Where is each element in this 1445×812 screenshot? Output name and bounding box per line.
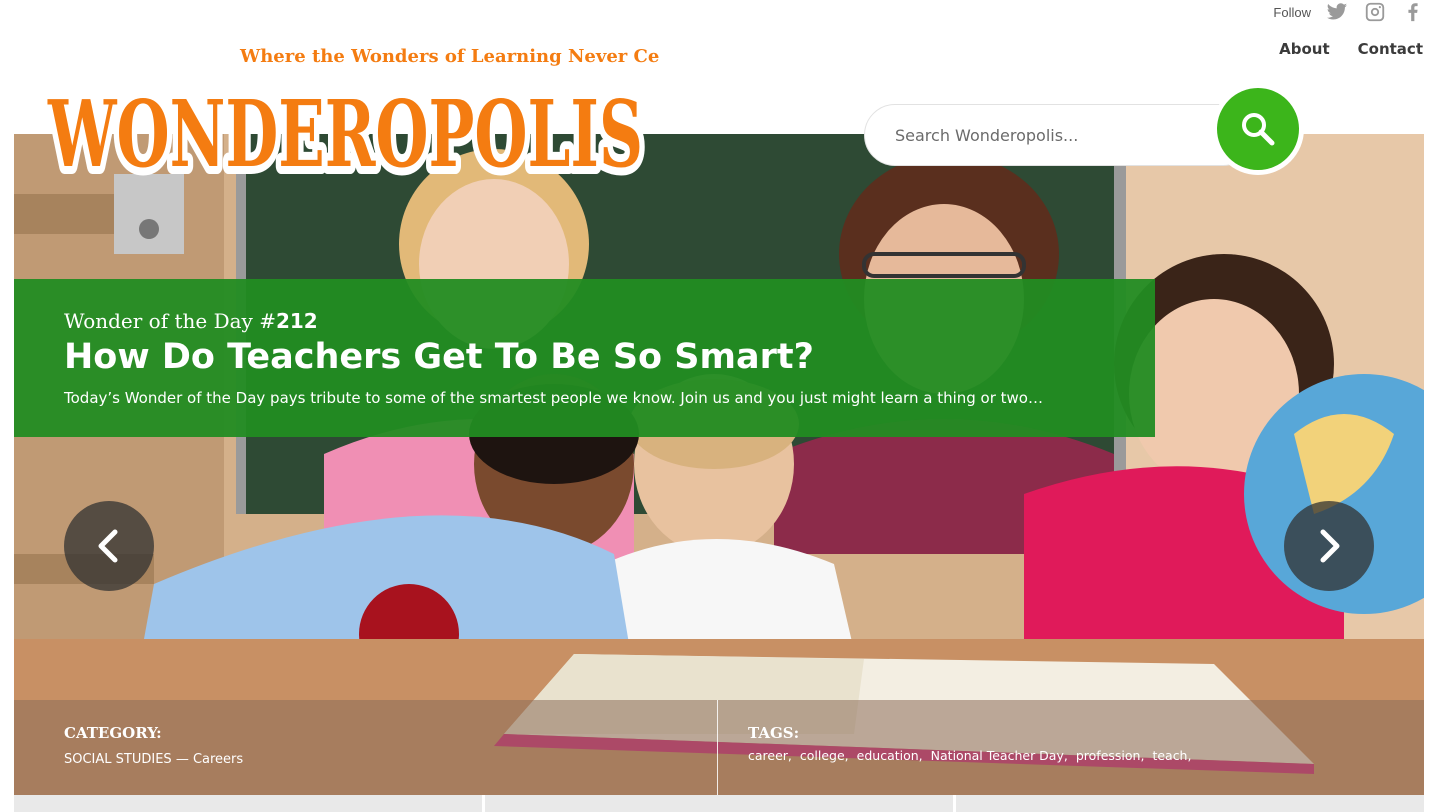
meta-divider <box>717 700 718 795</box>
tags-label: TAGS: <box>748 724 800 742</box>
wonder-meta: CATEGORY: SOCIAL STUDIES — Careers TAGS:… <box>14 700 1424 795</box>
chevron-right-icon <box>1320 529 1340 563</box>
tag-link[interactable]: National Teacher Day, <box>931 748 1068 763</box>
wonder-description: Today’s Wonder of the Day pays tribute t… <box>64 389 1043 407</box>
search-bar <box>864 83 1304 175</box>
category-link[interactable]: SOCIAL STUDIES — Careers <box>64 752 243 767</box>
search-button[interactable] <box>1212 83 1304 175</box>
logo-graphic: Where the Wonders of Learning Never Ceas… <box>39 46 692 196</box>
search-icon <box>1242 113 1275 146</box>
classroom-photo <box>14 134 1424 795</box>
wonderopolis-logo[interactable]: Where the Wonders of Learning Never Ceas… <box>39 34 692 196</box>
instagram-icon[interactable] <box>1363 1 1387 23</box>
hero-image <box>14 134 1424 795</box>
wonder-number: 212 <box>275 309 318 333</box>
wonder-banner[interactable]: Wonder of the Day #212 How Do Teachers G… <box>14 279 1155 437</box>
category-label: CATEGORY: <box>64 724 162 742</box>
follow-label: Follow <box>1273 4 1311 20</box>
tag-link[interactable]: college, <box>800 748 849 763</box>
card-placeholder <box>485 795 953 812</box>
previous-wonder-button[interactable] <box>64 501 154 591</box>
tags-list: career, college, education, National Tea… <box>748 748 1191 763</box>
nav-contact-link[interactable]: Contact <box>1358 40 1423 58</box>
card-placeholder <box>956 795 1424 812</box>
twitter-icon[interactable] <box>1325 1 1349 23</box>
facebook-icon[interactable] <box>1401 1 1425 23</box>
tag-link[interactable]: education, <box>857 748 923 763</box>
wonder-kicker: Wonder of the Day #212 <box>64 309 318 333</box>
logo-wordmark: WONDEROPOLIS <box>47 80 643 188</box>
bottom-cards <box>14 795 1424 812</box>
wonder-kicker-label: Wonder of the Day # <box>64 309 276 333</box>
chevron-left-icon <box>98 529 118 563</box>
logo-tagline: Where the Wonders of Learning Never Ceas… <box>239 46 660 67</box>
search-button-circle <box>1217 88 1299 170</box>
nav-about-link[interactable]: About <box>1279 40 1330 58</box>
follow-bar: Follow <box>1273 0 1425 24</box>
wonder-title[interactable]: How Do Teachers Get To Be So Smart? <box>64 337 814 377</box>
next-wonder-button[interactable] <box>1284 501 1374 591</box>
tag-link[interactable]: profession, <box>1076 748 1145 763</box>
tag-link[interactable]: teach, <box>1152 748 1191 763</box>
card-placeholder <box>14 795 482 812</box>
top-nav: About Contact <box>1279 40 1423 58</box>
search-input[interactable] <box>864 104 1254 166</box>
tag-link[interactable]: career, <box>748 748 792 763</box>
